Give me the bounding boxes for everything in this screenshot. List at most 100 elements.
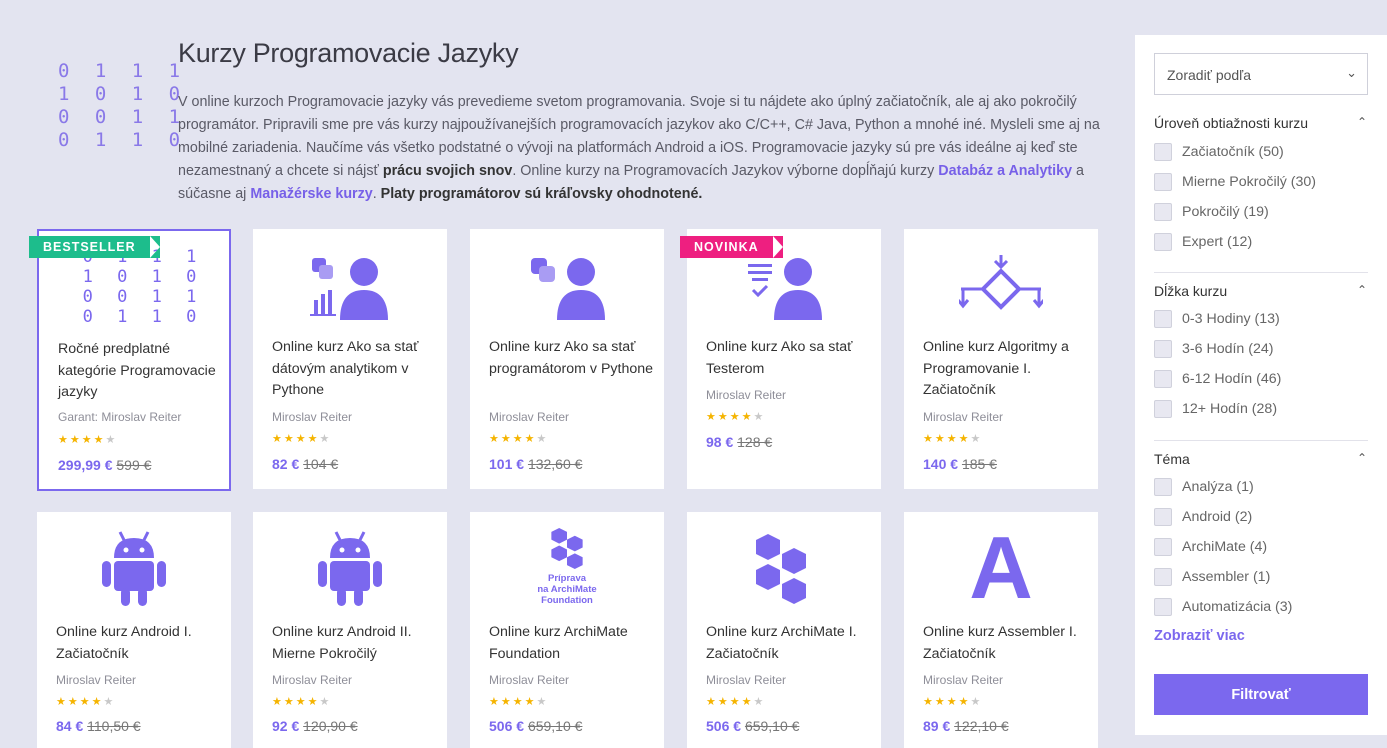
course-card[interactable]: Online kurz Ako sa stať Testerom Mirosla… — [687, 229, 881, 489]
divider — [1154, 440, 1368, 441]
course-title[interactable]: Online kurz ArchiMate I. Začiatočník — [706, 622, 871, 665]
course-card[interactable]: 0 1 1 1 1 0 1 0 0 0 1 1 0 1 1 0 Ročné pr… — [37, 229, 231, 491]
novinka-badge: NOVINKA — [680, 236, 783, 258]
course-price: 140 € 185 € — [923, 456, 997, 472]
chevron-up-icon[interactable]: ⌃ — [1357, 115, 1367, 129]
link-databazy-analytika[interactable]: Databáz a Analytiky — [938, 163, 1072, 179]
course-card[interactable]: Online kurz Android II. Mierne Pokročilý… — [253, 512, 447, 748]
android-icon — [253, 528, 447, 608]
course-title[interactable]: Online kurz Android I. Začiatočník — [56, 622, 221, 665]
filter-checkbox[interactable]: Assembler (1) — [1154, 568, 1270, 586]
link-manazerske-kurzy[interactable]: Manažérske kurzy — [250, 186, 372, 202]
filter-checkbox[interactable]: Pokročilý (19) — [1154, 203, 1269, 221]
chevron-up-icon[interactable]: ⌃ — [1357, 283, 1367, 297]
checkbox[interactable] — [1154, 203, 1172, 221]
archimate-hexagons-icon — [687, 528, 881, 608]
filter-length-title[interactable]: Dĺžka kurzu — [1154, 283, 1227, 299]
assembler-letter-icon: A — [969, 518, 1033, 617]
course-price: 506 € 659,10 € — [706, 718, 800, 734]
course-title[interactable]: Online kurz Ako sa stať programátorom v … — [489, 337, 654, 380]
filter-button[interactable]: Filtrovať — [1154, 674, 1368, 715]
checkbox[interactable] — [1154, 340, 1172, 358]
course-title[interactable]: Online kurz ArchiMate Foundation — [489, 622, 654, 665]
filter-sidebar: Zoradiť podľa ⌄ Úroveň obtiažnosti kurzu… — [1135, 35, 1387, 735]
course-price: 84 € 110,50 € — [56, 718, 141, 734]
course-price: 101 € 132,60 € — [489, 456, 583, 472]
bestseller-badge: BESTSELLER — [29, 236, 160, 258]
course-author: Garant: Miroslav Reiter — [58, 410, 182, 424]
rating-stars: ★★★★★ — [706, 411, 766, 423]
checkbox[interactable] — [1154, 598, 1172, 616]
filter-checkbox[interactable]: 0-3 Hodiny (13) — [1154, 310, 1280, 328]
chevron-up-icon[interactable]: ⌃ — [1357, 451, 1367, 465]
rating-stars: ★★★★★ — [489, 433, 549, 445]
intro-text: V online kurzoch Programovacie jazyky vá… — [178, 94, 1100, 202]
archimate-icon-caption: Príprava na ArchiMate Foundation — [537, 573, 597, 606]
rating-stars: ★★★★★ — [923, 433, 983, 445]
course-card[interactable]: Príprava na ArchiMate Foundation Online … — [470, 512, 664, 748]
rating-stars: ★★★★★ — [489, 696, 549, 708]
page-title: Kurzy Programovacie Jazyky — [178, 38, 519, 68]
course-price: 506 € 659,10 € — [489, 718, 583, 734]
course-card[interactable]: Online kurz Ako sa stať dátovým analytik… — [253, 229, 447, 489]
sort-select[interactable]: Zoradiť podľa ⌄ — [1154, 53, 1368, 95]
course-author: Miroslav Reiter — [272, 673, 353, 687]
course-card[interactable]: Online kurz Algoritmy a Programovanie I.… — [904, 229, 1098, 489]
filter-checkbox[interactable]: ArchiMate (4) — [1154, 538, 1267, 556]
intro-bold-dream-job: prácu svojich snov — [382, 163, 513, 179]
filter-checkbox[interactable]: Mierne Pokročilý (30) — [1154, 173, 1316, 191]
checkbox[interactable] — [1154, 143, 1172, 161]
course-price: 82 € 104 € — [272, 456, 339, 472]
course-price: 98 € 128 € — [706, 434, 773, 450]
filter-level-title[interactable]: Úroveň obtiažnosti kurzu — [1154, 115, 1308, 131]
python-analyst-icon — [253, 245, 447, 325]
course-author: Miroslav Reiter — [923, 673, 1004, 687]
checkbox[interactable] — [1154, 568, 1172, 586]
filter-checkbox[interactable]: Android (2) — [1154, 508, 1252, 526]
binary-logo: 0 1 1 1 1 0 1 0 0 0 1 1 0 1 1 0 — [58, 60, 188, 151]
checkbox[interactable] — [1154, 370, 1172, 388]
filter-checkbox[interactable]: 3-6 Hodín (24) — [1154, 340, 1273, 358]
course-price: 92 € 120,90 € — [272, 718, 358, 734]
checkbox[interactable] — [1154, 508, 1172, 526]
course-author: Miroslav Reiter — [706, 673, 787, 687]
checkbox[interactable] — [1154, 310, 1172, 328]
algorithm-flowchart-icon — [904, 245, 1098, 325]
checkbox[interactable] — [1154, 478, 1172, 496]
filter-topic-title[interactable]: Téma — [1154, 451, 1190, 467]
rating-stars: ★★★★★ — [272, 433, 332, 445]
course-card[interactable]: Online kurz Ako sa stať programátorom v … — [470, 229, 664, 489]
checkbox[interactable] — [1154, 233, 1172, 251]
show-more-link[interactable]: Zobraziť viac — [1154, 628, 1245, 644]
binary-icon: 0 1 1 1 1 0 1 0 0 0 1 1 0 1 1 0 — [82, 247, 204, 327]
course-title[interactable]: Online kurz Algoritmy a Programovanie I.… — [923, 337, 1088, 402]
course-card[interactable]: Online kurz Android I. Začiatočník Miros… — [37, 512, 231, 748]
filter-checkbox[interactable]: 12+ Hodín (28) — [1154, 400, 1277, 418]
python-programmer-icon — [470, 245, 664, 325]
course-title[interactable]: Online kurz Assembler I. Začiatočník — [923, 622, 1088, 665]
filter-checkbox[interactable]: 6-12 Hodín (46) — [1154, 370, 1281, 388]
filter-checkbox[interactable]: Automatizácia (3) — [1154, 598, 1292, 616]
course-title[interactable]: Ročné predplatné kategórie Programovacie… — [58, 339, 223, 404]
checkbox[interactable] — [1154, 400, 1172, 418]
course-author: Miroslav Reiter — [56, 673, 137, 687]
intro-bold-salaries: Platy programátorov sú kráľovsky ohodnot… — [380, 186, 703, 202]
filter-checkbox[interactable]: Expert (12) — [1154, 233, 1252, 251]
rating-stars: ★★★★★ — [923, 696, 983, 708]
course-card[interactable]: Online kurz ArchiMate I. Začiatočník Mir… — [687, 512, 881, 748]
course-title[interactable]: Online kurz Ako sa stať Testerom — [706, 337, 871, 380]
rating-stars: ★★★★★ — [706, 696, 766, 708]
archimate-foundation-icon: Príprava na ArchiMate Foundation — [470, 526, 664, 606]
course-author: Miroslav Reiter — [272, 410, 353, 424]
checkbox[interactable] — [1154, 173, 1172, 191]
course-title[interactable]: Online kurz Android II. Mierne Pokročilý — [272, 622, 437, 665]
filter-checkbox[interactable]: Začiatočník (50) — [1154, 143, 1284, 161]
rating-stars: ★★★★★ — [56, 696, 116, 708]
course-price: 299,99 € 599 € — [58, 457, 152, 473]
filter-checkbox[interactable]: Analýza (1) — [1154, 478, 1254, 496]
course-author: Miroslav Reiter — [489, 410, 570, 424]
course-title[interactable]: Online kurz Ako sa stať dátovým analytik… — [272, 337, 437, 402]
divider — [1154, 272, 1368, 273]
checkbox[interactable] — [1154, 538, 1172, 556]
course-card[interactable]: A Online kurz Assembler I. Začiatočník M… — [904, 512, 1098, 748]
